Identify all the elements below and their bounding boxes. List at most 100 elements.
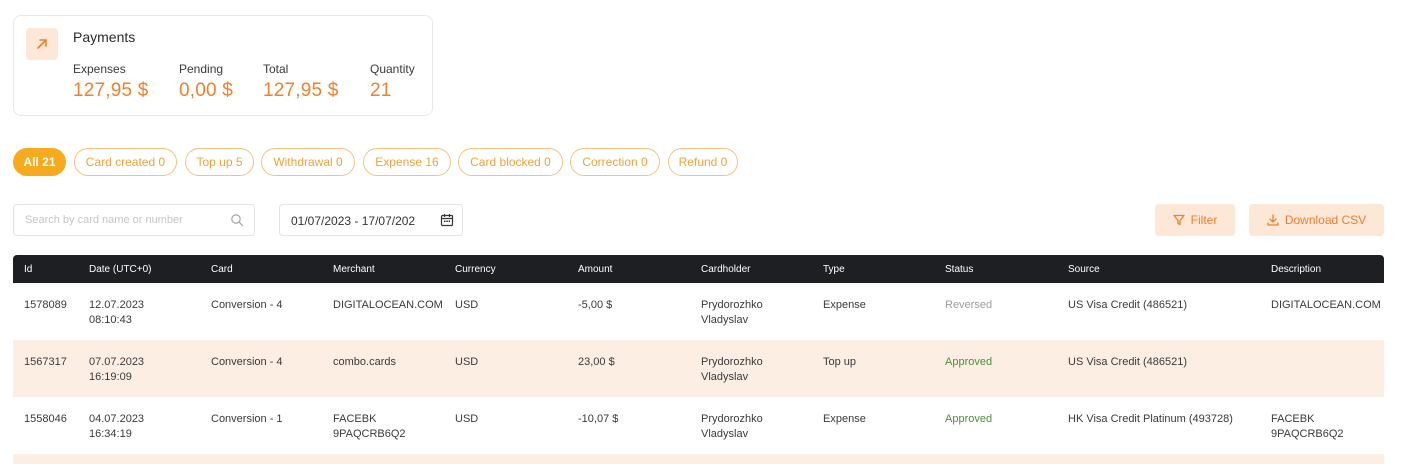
cell-description: DIGITALOCEAN.COM xyxy=(1271,299,1381,311)
cell-date-day: 07.07.2023 xyxy=(89,356,145,368)
table-row[interactable]: 1558046 04.07.2023 16:34:19 Conversion - … xyxy=(13,397,1384,454)
merchant-line-1: FACEBK xyxy=(333,413,377,425)
download-csv-button[interactable]: Download CSV xyxy=(1249,204,1384,236)
metric-pending: Pending 0,00 $ xyxy=(179,62,233,102)
metric-label: Total xyxy=(263,62,289,76)
search-input[interactable] xyxy=(14,205,224,235)
chip-correction[interactable]: Correction 0 xyxy=(570,148,660,176)
cell-status: Approved xyxy=(945,356,993,368)
filter-button[interactable]: Filter xyxy=(1155,204,1235,236)
column-header-source[interactable]: Source xyxy=(1068,264,1100,275)
cell-description: FACEBK 9PAQCRB6Q2 xyxy=(1271,412,1344,442)
chip-all[interactable]: All 21 xyxy=(13,148,66,176)
metric-value: 127,95 $ xyxy=(73,80,149,101)
column-header-amount[interactable]: Amount xyxy=(578,264,612,275)
transactions-table: Id Date (UTC+0) Card Merchant Currency A… xyxy=(13,255,1384,464)
column-header-id[interactable]: Id xyxy=(24,264,32,275)
search-icon xyxy=(231,214,244,227)
chip-refund[interactable]: Refund 0 xyxy=(668,148,738,176)
filter-button-label: Filter xyxy=(1190,213,1218,227)
cell-id: 1567317 xyxy=(24,356,67,368)
cell-cardholder: Prydorozhko Vladyslav xyxy=(701,355,763,385)
arrow-up-right-icon xyxy=(26,28,58,60)
table-header: Id Date (UTC+0) Card Merchant Currency A… xyxy=(13,255,1384,283)
cell-date-time: 16:34:19 xyxy=(89,428,132,440)
column-header-type[interactable]: Type xyxy=(823,264,845,275)
column-header-card[interactable]: Card xyxy=(211,264,233,275)
column-header-cardholder[interactable]: Cardholder xyxy=(701,264,750,275)
cell-date: 07.07.2023 16:19:09 xyxy=(89,355,144,385)
metric-label: Quantity xyxy=(370,62,415,76)
cell-source: US Visa Credit (486521) xyxy=(1068,299,1188,311)
column-header-merchant[interactable]: Merchant xyxy=(333,264,375,275)
chip-expense[interactable]: Expense 16 xyxy=(363,148,451,176)
cell-status: Reversed xyxy=(945,299,993,311)
cell-type: Expense xyxy=(823,413,866,425)
cell-date-day: 04.07.2023 xyxy=(89,413,145,425)
cell-currency: USD xyxy=(455,413,479,425)
merchant-line-2: 9PAQCRB6Q2 xyxy=(333,428,406,440)
cell-amount: -5,00 $ xyxy=(578,299,613,311)
column-header-status[interactable]: Status xyxy=(945,264,973,275)
metric-value: 127,95 $ xyxy=(263,80,339,101)
cell-type: Top up xyxy=(823,356,857,368)
chip-withdrawal[interactable]: Withdrawal 0 xyxy=(261,148,355,176)
table-row[interactable] xyxy=(13,454,1384,464)
cell-amount: 23,00 $ xyxy=(578,356,615,368)
cell-merchant: DIGITALOCEAN.COM xyxy=(333,299,443,311)
column-header-currency[interactable]: Currency xyxy=(455,264,496,275)
cardholder-first: Prydorozhko xyxy=(701,413,763,425)
metric-label: Pending xyxy=(179,62,224,76)
metric-label: Expenses xyxy=(73,62,126,76)
column-header-description[interactable]: Description xyxy=(1271,264,1321,275)
date-range-value: 01/07/2023 - 17/07/202 xyxy=(291,214,416,228)
cell-merchant: combo.cards xyxy=(333,356,396,368)
cell-card: Conversion - 4 xyxy=(211,299,283,311)
description-line-1: FACEBK xyxy=(1271,413,1315,425)
cell-cardholder: Prydorozhko Vladyslav xyxy=(701,298,763,328)
chip-card-created[interactable]: Card created 0 xyxy=(74,148,177,176)
metric-expenses: Expenses 127,95 $ xyxy=(73,62,149,102)
cell-id: 1578089 xyxy=(24,299,67,311)
cell-date: 12.07.2023 08:10:43 xyxy=(89,298,144,328)
cell-date: 04.07.2023 16:34:19 xyxy=(89,412,144,442)
cell-source: US Visa Credit (486521) xyxy=(1068,356,1188,368)
table-row[interactable]: 1567317 07.07.2023 16:19:09 Conversion - … xyxy=(13,340,1384,397)
cardholder-last: Vladyslav xyxy=(701,314,749,326)
cell-date-time: 16:19:09 xyxy=(89,371,132,383)
cell-amount: -10,07 $ xyxy=(578,413,619,425)
cell-merchant: FACEBK 9PAQCRB6Q2 xyxy=(333,412,406,442)
cardholder-first: Prydorozhko xyxy=(701,356,763,368)
metric-quantity: Quantity 21 xyxy=(370,62,415,102)
metric-value: 21 xyxy=(370,80,392,101)
cardholder-last: Vladyslav xyxy=(701,371,749,383)
filter-icon xyxy=(1173,214,1185,226)
download-icon xyxy=(1267,214,1279,226)
summary-title: Payments xyxy=(73,29,136,45)
chip-top-up[interactable]: Top up 5 xyxy=(185,148,254,176)
search-field xyxy=(13,204,255,236)
cardholder-first: Prydorozhko xyxy=(701,299,763,311)
cell-card: Conversion - 1 xyxy=(211,413,283,425)
cell-currency: USD xyxy=(455,299,479,311)
cell-date-time: 08:10:43 xyxy=(89,314,132,326)
download-csv-label: Download CSV xyxy=(1284,213,1367,227)
metric-value: 0,00 $ xyxy=(179,80,234,101)
cell-type: Expense xyxy=(823,299,866,311)
cell-currency: USD xyxy=(455,356,479,368)
cell-source: HK Visa Credit Platinum (493728) xyxy=(1068,413,1233,425)
cell-card: Conversion - 4 xyxy=(211,356,283,368)
cell-id: 1558046 xyxy=(24,413,67,425)
calendar-icon xyxy=(440,214,454,227)
column-header-date[interactable]: Date (UTC+0) xyxy=(89,264,152,275)
description-line-2: 9PAQCRB6Q2 xyxy=(1271,428,1344,440)
table-row[interactable]: 1578089 12.07.2023 08:10:43 Conversion - … xyxy=(13,283,1384,340)
chip-card-blocked[interactable]: Card blocked 0 xyxy=(458,148,563,176)
cell-date-day: 12.07.2023 xyxy=(89,299,145,311)
cell-status: Approved xyxy=(945,413,993,425)
cardholder-last: Vladyslav xyxy=(701,428,749,440)
cell-cardholder: Prydorozhko Vladyslav xyxy=(701,412,763,442)
date-range-picker[interactable]: 01/07/2023 - 17/07/202 xyxy=(279,204,463,236)
payments-summary-card: Payments Expenses 127,95 $ Pending 0,00 … xyxy=(13,15,433,116)
metric-total: Total 127,95 $ xyxy=(263,62,339,102)
